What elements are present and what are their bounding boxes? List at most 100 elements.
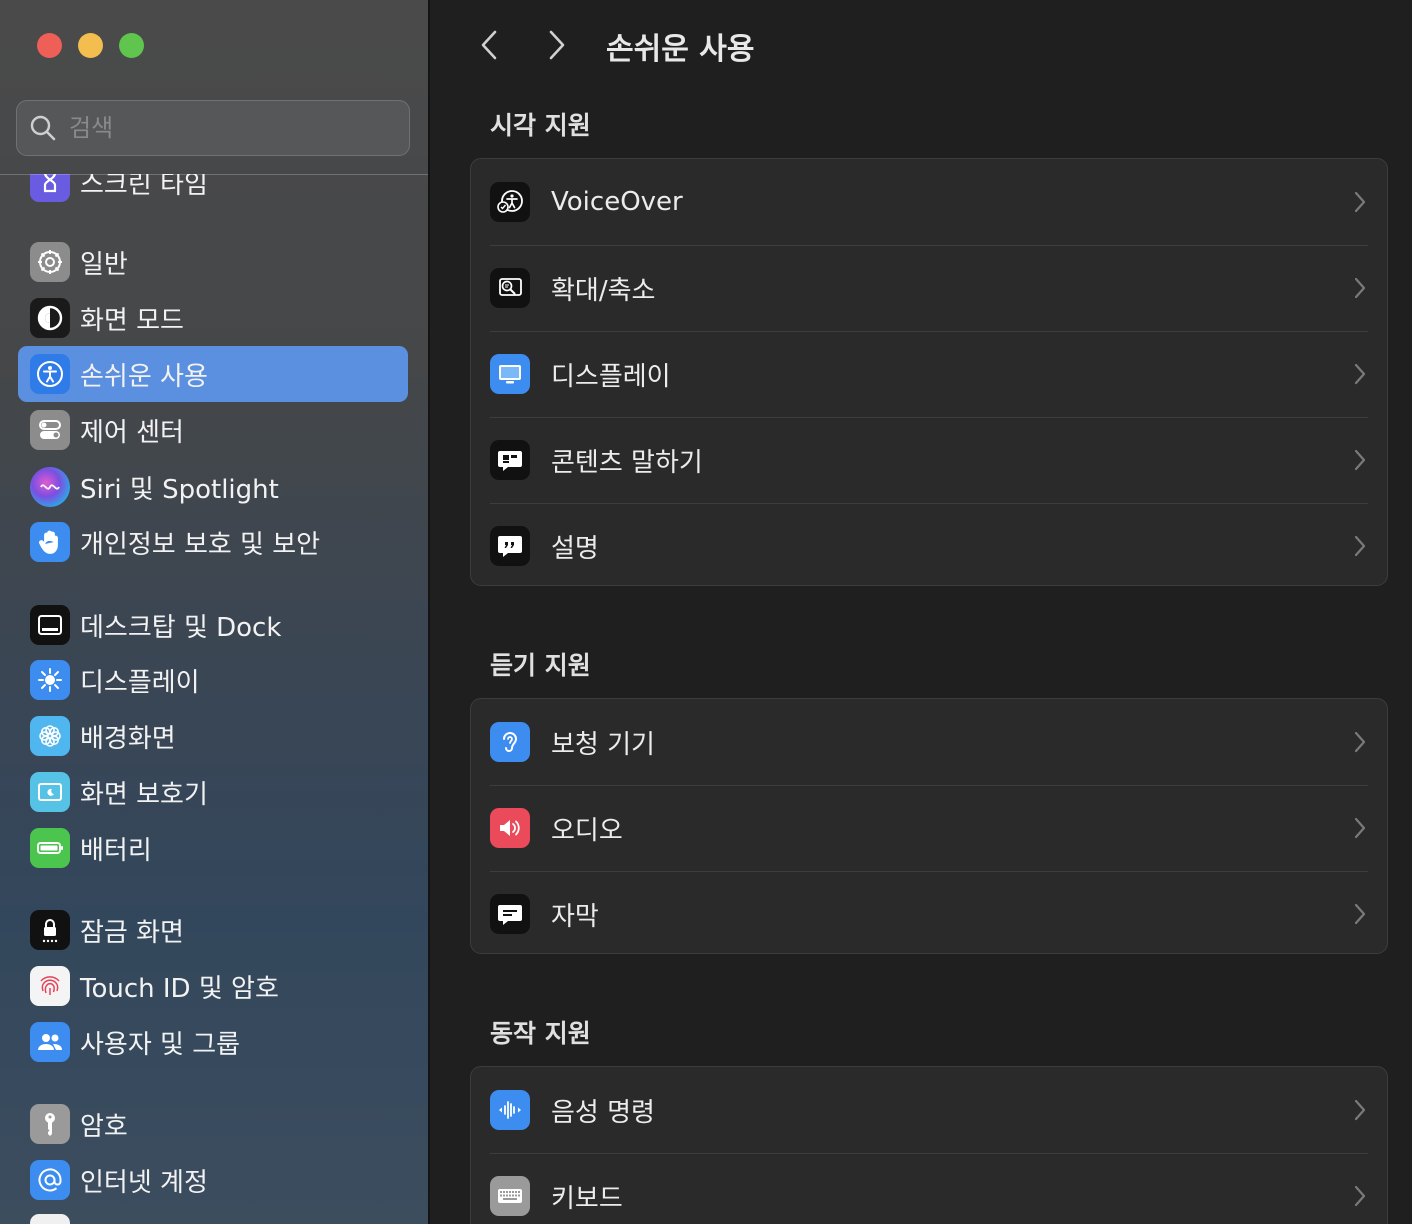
screen-saver-icon (30, 772, 70, 812)
sun-icon (30, 660, 70, 700)
sidebar-item-touch-id[interactable]: Touch ID 및 암호 (18, 958, 408, 1014)
sidebar-item-label: 제어 센터 (80, 417, 184, 448)
chevron-right-icon (1354, 731, 1366, 753)
chevron-right-icon (1354, 449, 1366, 471)
battery-icon (30, 828, 70, 868)
row-label: 설명 (551, 533, 599, 564)
hearing-group: 보청 기기 오디오 자막 (470, 698, 1388, 954)
sidebar-item-users-groups[interactable]: 사용자 및 그룹 (18, 1014, 408, 1070)
sidebar: 스크린 타임 일반 화면 모드 손쉬운 사용 제어 센터 Siri 및 Spot… (0, 0, 428, 1224)
sidebar-item-privacy-security[interactable]: 개인정보 보호 및 보안 (18, 514, 408, 570)
sidebar-item-desktop-dock[interactable]: 데스크탑 및 Dock (18, 597, 408, 653)
zoom-window-button[interactable] (119, 33, 144, 58)
window-controls (37, 33, 144, 58)
lock-icon (30, 910, 70, 950)
hand-icon (30, 522, 70, 562)
minimize-window-button[interactable] (78, 33, 103, 58)
search-input[interactable] (69, 114, 389, 142)
sidebar-item-label: 배터리 (80, 835, 152, 866)
keyboard-icon (490, 1176, 530, 1216)
appearance-icon (30, 298, 70, 338)
sidebar-divider (0, 174, 428, 175)
chevron-left-icon (481, 30, 497, 60)
row-audio[interactable]: 오디오 (471, 785, 1387, 871)
sidebar-item-label: 잠금 화면 (80, 917, 184, 948)
sidebar-item-label: 일반 (80, 249, 128, 280)
row-label: VoiceOver (551, 187, 683, 217)
sidebar-item-label: 데스크탑 및 Dock (80, 612, 282, 643)
fingerprint-icon (30, 966, 70, 1006)
sidebar-item-general[interactable]: 일반 (18, 234, 408, 290)
scroll-mask (0, 157, 428, 174)
monitor-icon (490, 354, 530, 394)
page-title: 손쉬운 사용 (606, 32, 755, 67)
sidebar-item-label: 암호 (80, 1111, 128, 1142)
row-label: 디스플레이 (551, 361, 671, 392)
sidebar-item-label: 인터넷 계정 (80, 1167, 208, 1198)
row-label: 자막 (551, 901, 599, 932)
gear-icon (30, 242, 70, 282)
sidebar-item-wallpaper[interactable]: 배경화면 (18, 708, 408, 764)
speech-bubble-icon (490, 440, 530, 480)
section-title-motor: 동작 지원 (490, 1019, 591, 1048)
sidebar-item-screen-saver[interactable]: 화면 보호기 (18, 764, 408, 820)
row-display[interactable]: 디스플레이 (471, 331, 1387, 417)
row-label: 음성 명령 (551, 1097, 655, 1128)
sidebar-item-label: 화면 모드 (80, 305, 184, 336)
chevron-right-icon (549, 30, 565, 60)
dock-icon (30, 605, 70, 645)
users-icon (30, 1022, 70, 1062)
chevron-right-icon (1354, 277, 1366, 299)
vision-group: VoiceOver 확대/축소 디스플레이 콘텐츠 말하기 설명 (470, 158, 1388, 586)
siri-icon (30, 467, 70, 507)
chevron-right-icon (1354, 817, 1366, 839)
chevron-right-icon (1354, 1185, 1366, 1207)
chevron-right-icon (1354, 191, 1366, 213)
row-descriptions[interactable]: 설명 (471, 503, 1387, 585)
row-label: 보청 기기 (551, 729, 655, 760)
sidebar-item-appearance[interactable]: 화면 모드 (18, 290, 408, 346)
chevron-right-icon (1354, 903, 1366, 925)
row-voiceover[interactable]: VoiceOver (471, 159, 1387, 245)
sidebar-item-label: 사용자 및 그룹 (80, 1029, 241, 1060)
row-hearing-devices[interactable]: 보청 기기 (471, 699, 1387, 785)
sidebar-item-lock-screen[interactable]: 잠금 화면 (18, 902, 408, 958)
speaker-icon (490, 808, 530, 848)
row-label: 확대/축소 (551, 275, 656, 306)
sidebar-item-accessibility[interactable]: 손쉬운 사용 (18, 346, 408, 402)
sidebar-item-passwords[interactable]: 암호 (18, 1096, 408, 1152)
sidebar-item-label: 개인정보 보호 및 보안 (80, 529, 321, 560)
sidebar-item-siri-spotlight[interactable]: Siri 및 Spotlight (18, 459, 408, 515)
sidebar-item-label: 배경화면 (80, 723, 176, 754)
sidebar-item-control-center[interactable]: 제어 센터 (18, 402, 408, 458)
close-window-button[interactable] (37, 33, 62, 58)
sidebar-item-displays[interactable]: 디스플레이 (18, 652, 408, 708)
sidebar-item-internet-accounts[interactable]: 인터넷 계정 (18, 1152, 408, 1208)
back-button[interactable] (472, 28, 506, 62)
voiceover-icon (490, 182, 530, 222)
sidebar-item-label: 디스플레이 (80, 667, 200, 698)
flower-icon (30, 716, 70, 756)
row-label: 콘텐츠 말하기 (551, 447, 703, 478)
row-spoken-content[interactable]: 콘텐츠 말하기 (471, 417, 1387, 503)
forward-button[interactable] (540, 28, 574, 62)
row-keyboard[interactable]: 키보드 (471, 1153, 1387, 1224)
zoom-icon (490, 268, 530, 308)
motor-group: 음성 명령 키보드 (470, 1066, 1388, 1224)
control-center-icon (30, 410, 70, 450)
row-zoom[interactable]: 확대/축소 (471, 245, 1387, 331)
search-icon (30, 115, 56, 141)
row-voice-control[interactable]: 음성 명령 (471, 1067, 1387, 1153)
main-content: 손쉬운 사용 시각 지원 VoiceOver 확대/축소 디스플레이 콘텐츠 말… (430, 0, 1412, 1224)
row-label: 키보드 (551, 1183, 623, 1214)
row-captions[interactable]: 자막 (471, 871, 1387, 953)
section-title-vision: 시각 지원 (490, 111, 591, 140)
sidebar-item-label: Siri 및 Spotlight (80, 474, 279, 505)
search-field[interactable] (16, 100, 410, 156)
chevron-right-icon (1354, 1099, 1366, 1121)
sidebar-item-label: 화면 보호기 (80, 779, 208, 810)
row-label: 오디오 (551, 815, 623, 846)
quote-bubble-icon (490, 526, 530, 566)
key-icon (30, 1104, 70, 1144)
sidebar-item-battery[interactable]: 배터리 (18, 820, 408, 876)
